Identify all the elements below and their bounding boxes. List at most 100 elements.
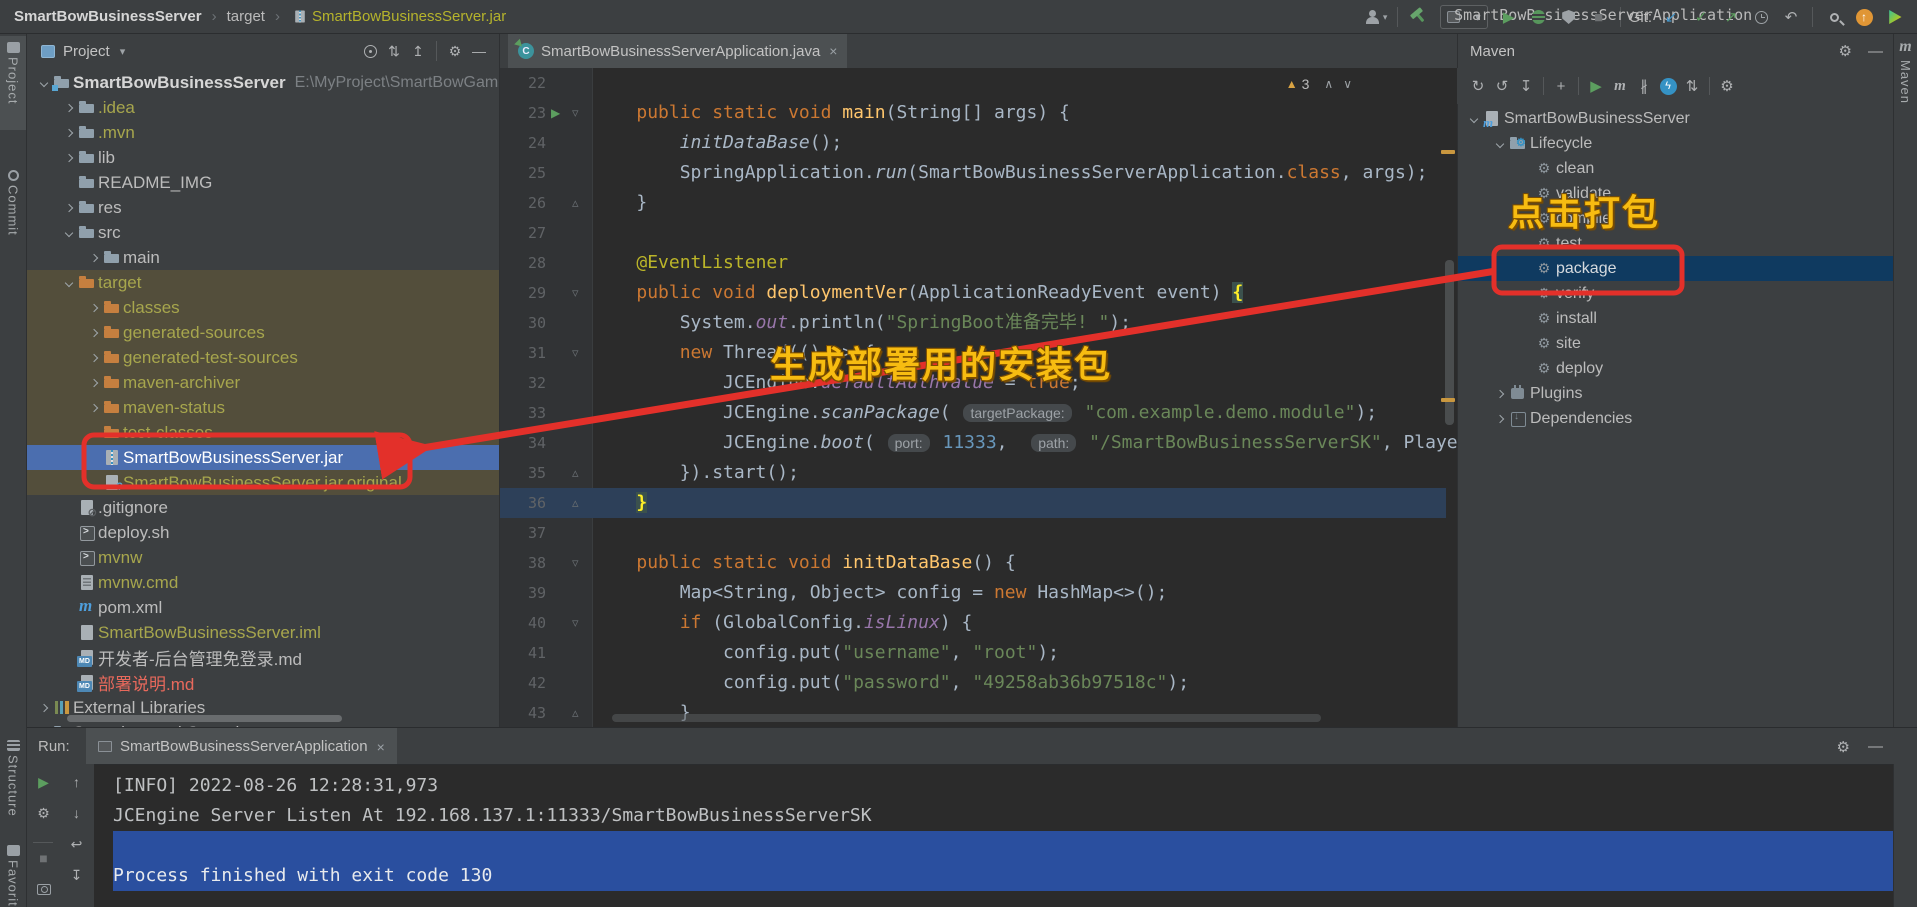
chevron-right-icon[interactable] [1491,411,1508,427]
tree-item-src[interactable]: src [27,220,499,245]
code-line-32[interactable]: 32 JCEngine.defaultAuthValue = true; [500,368,1457,398]
search-everywhere-icon[interactable] [1821,5,1847,29]
rerun-icon[interactable]: ▶ [27,770,60,794]
toolbox-icon[interactable] [1881,5,1907,29]
breadcrumb-project[interactable]: SmartBowBusinessServer [14,8,202,25]
maven-item-lifecycle[interactable]: ⚙Lifecycle [1457,131,1893,156]
maven-item-dependencies[interactable]: Dependencies [1457,406,1893,431]
run-build-icon[interactable]: ▶ [1584,74,1608,98]
tree-item-classes[interactable]: classes [27,295,499,320]
chevron-right-icon[interactable] [60,200,77,216]
maven-goal-test[interactable]: ⚙test [1457,231,1893,256]
code-line-25[interactable]: 25 SpringApplication.run(SmartBowBusines… [500,158,1457,188]
chevron-right-icon[interactable] [85,400,102,416]
chevron-right-icon[interactable] [85,250,102,266]
up-the-stack-trace-icon[interactable]: ↑ [60,770,93,794]
git-commit-button[interactable]: ✓ [1688,5,1714,29]
tree-item-mvnw-cmd[interactable]: mvnw.cmd [27,570,499,595]
code-line-23[interactable]: 23▶▿ public static void main(String[] ar… [500,98,1457,128]
maven-settings-icon[interactable]: ⚙ [1715,74,1739,98]
code-line-29[interactable]: 29▿ public void deploymentVer(Applicatio… [500,278,1457,308]
close-run-tab-icon[interactable]: × [377,739,385,755]
tree-item-smartbowbusinessserver[interactable]: SmartBowBusinessServerE:\MyProject\Smart… [27,70,499,95]
tool-stripe-maven[interactable]: m Maven [1894,38,1917,168]
fold-marker-icon[interactable]: ▵ [572,188,579,218]
maven-hide-button[interactable]: — [1868,43,1883,60]
chevron-right-icon[interactable] [60,150,77,166]
add-maven-projects-icon[interactable]: + [1549,74,1573,98]
expand-collapse-button[interactable]: ⇅ [382,40,406,62]
code-line-36[interactable]: 36▵ } [500,488,1446,518]
offline-mode-icon[interactable]: ϟ [1656,74,1680,98]
run-settings-icon[interactable]: ⚙ [27,801,60,825]
tool-stripe-favorites[interactable]: Favorites [0,839,26,907]
chevron-right-icon[interactable] [35,700,52,716]
tree-item-部署说明-md[interactable]: MD部署说明.md [27,670,499,695]
tree-item-smartbowbusinessserver-iml[interactable]: SmartBowBusinessServer.iml [27,620,499,645]
chevron-down-icon[interactable] [1465,111,1482,127]
soft-wrap-icon[interactable]: ↩ [60,832,93,856]
tool-stripe-commit[interactable]: Commit [0,164,26,260]
tree-item-main[interactable]: main [27,245,499,270]
collapse-all-icon[interactable]: ⇅ [1680,74,1704,98]
code-line-38[interactable]: 38▿ public static void initDataBase() { [500,548,1457,578]
breadcrumb-jar[interactable]: SmartBowBusinessServer.jar [312,8,506,25]
inspection-widget[interactable]: ▲ 3 ∧ ∨ [1286,76,1357,92]
code-line-33[interactable]: 33 JCEngine.scanPackage( targetPackage: … [500,398,1457,428]
stop-icon[interactable]: ■ [27,846,60,870]
tree-item-target[interactable]: target [27,270,499,295]
project-tree[interactable]: SmartBowBusinessServerE:\MyProject\Smart… [27,68,499,727]
scroll-to-end-icon[interactable]: ↧ [60,863,93,887]
code-line-26[interactable]: 26▵ } [500,188,1457,218]
fold-marker-icon[interactable]: ▿ [572,548,579,578]
maven-goal-deploy[interactable]: ⚙deploy [1457,356,1893,381]
chevron-right-icon[interactable] [1491,386,1508,402]
fold-marker-icon[interactable]: ▿ [572,608,579,638]
tree-item-gitignore[interactable]: ⊘.gitignore [27,495,499,520]
maven-goal-package[interactable]: ⚙package [1457,256,1893,281]
maven-goal-validate[interactable]: ⚙validate [1457,181,1893,206]
maven-gear-icon[interactable]: ⚙ [1839,42,1852,60]
skip-tests-icon[interactable]: ∦ [1632,74,1656,98]
code-line-24[interactable]: 24 initDataBase(); [500,128,1457,158]
code-line-30[interactable]: 30 System.out.println("SpringBoot准备完毕! "… [500,308,1457,338]
fold-marker-icon[interactable]: ▵ [572,458,579,488]
collapse-all-button[interactable]: ↥ [406,40,430,62]
screenshot-icon[interactable] [27,877,60,901]
run-button[interactable]: ▶ [1496,5,1522,29]
reimport-all-icon[interactable]: ↻ [1466,74,1490,98]
tree-item-开发者-后台管理免登录-md[interactable]: MD开发者-后台管理免登录.md [27,645,499,670]
build-hammer-icon[interactable] [1406,5,1432,29]
code-line-31[interactable]: 31▿ new Thread(() -> { [500,338,1457,368]
chevron-down-icon[interactable] [35,75,52,91]
fold-marker-icon[interactable]: ▿ [572,338,579,368]
execute-goal-icon[interactable]: m [1608,74,1632,98]
hide-panel-button[interactable]: — [467,40,491,62]
maven-goal-compile[interactable]: ⚙compile [1457,206,1893,231]
tree-item-res[interactable]: res [27,195,499,220]
maven-item-plugins[interactable]: Plugins [1457,381,1893,406]
tool-stripe-structure[interactable]: Structure [0,734,26,830]
run-line-icon[interactable]: ▶ [551,98,560,128]
code-line-42[interactable]: 42 config.put("password", "49258ab36b975… [500,668,1457,698]
run-console[interactable]: [INFO] 2022-08-26 12:28:31,973JCEngine S… [94,764,1893,907]
git-update-button[interactable]: ↙ [1658,5,1684,29]
tree-item-idea[interactable]: .idea [27,95,499,120]
locate-file-button[interactable] [358,40,382,62]
tree-item-maven-archiver[interactable]: maven-archiver [27,370,499,395]
history-clock-icon[interactable] [1748,5,1774,29]
coverage-button[interactable] [1556,5,1582,29]
project-panel-title[interactable]: Project [63,43,110,60]
maven-goal-site[interactable]: ⚙site [1457,331,1893,356]
fold-marker-icon[interactable]: ▿ [572,278,579,308]
code-line-27[interactable]: 27 [500,218,1457,248]
tree-item-maven-status[interactable]: maven-status [27,395,499,420]
debug-button[interactable] [1526,5,1552,29]
tree-item-deploy-sh[interactable]: deploy.sh [27,520,499,545]
tree-item-readme-img[interactable]: README_IMG [27,170,499,195]
run-configuration-select[interactable]: SmartBowBusinessServerApplication ▾ [1440,5,1488,29]
maven-tree[interactable]: SmartBowBusinessServer⚙Lifecycle⚙clean⚙v… [1457,104,1893,727]
chevron-right-icon[interactable] [60,100,77,116]
download-sources-icon[interactable]: ↧ [1514,74,1538,98]
tree-item-generated-sources[interactable]: generated-sources [27,320,499,345]
